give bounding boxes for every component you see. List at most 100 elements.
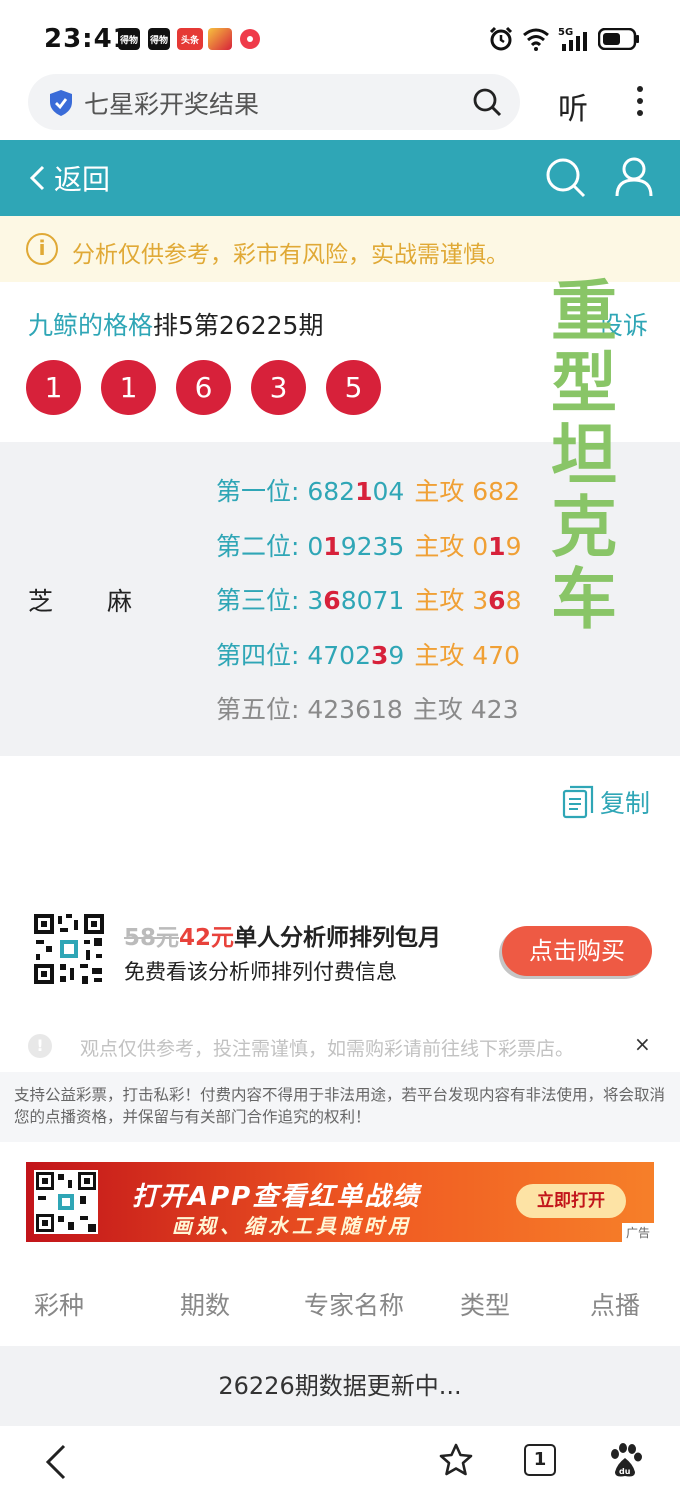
overlay-text: 重 型 坦 克 车 [548,276,620,636]
attack-digits: 0 [472,531,489,561]
position-label: 第一位: [216,477,308,506]
svg-text:5G: 5G [558,27,573,38]
result-ball: 5 [326,360,381,415]
notification-icon-toutiao: 头条 [177,28,203,50]
main-attack: 主攻 682 [414,477,520,506]
position-label: 第四位: [216,640,308,670]
post-title: 九鲸的格格排5第26225期 [28,306,323,342]
main-attack: 主攻 019 [414,532,521,561]
status-bar: 23:41 得物 得物 头条 5G [0,0,680,80]
position-row-1: 第一位: 682104 主攻 682 [216,472,521,527]
search-icon[interactable] [472,87,502,117]
result-ball: 1 [101,360,156,415]
banner-subline: 画规、缩水工具随时用 [172,1214,412,1238]
attack-digits: 470 [472,640,520,670]
back-button[interactable]: 返回 [28,158,110,198]
attack-digits: 3 [472,586,489,615]
overlay-char: 型 [551,345,617,422]
analysis-name-char: 麻 [107,587,133,616]
notice-bar: ! 观点仅供参考，投注需谨慎，如需购彩请前往线下彩票店。 × [0,1024,680,1070]
qr-code [34,1170,98,1234]
table-header: 彩种 期数 专家名称 类型 点播 [0,1280,680,1330]
copy-label: 复制 [600,789,651,818]
attack-hit-digit: 1 [488,531,506,561]
copy-icon [562,785,594,819]
column-header: 彩种 [34,1291,85,1320]
position-row-3: 第三位: 368071 主攻 368 [216,581,521,636]
overlay-char: 车 [551,561,617,638]
qr-code [32,912,106,986]
star-icon[interactable] [438,1442,474,1478]
main-attack: 主攻 423 [413,695,519,724]
digits: 9235 [340,531,405,561]
more-menu-icon[interactable] [634,86,646,122]
close-icon[interactable]: × [634,1032,651,1056]
draw-result-balls: 1 1 6 3 5 [26,360,381,415]
notification-icon-music [240,29,260,49]
app-ad-banner[interactable]: 打开APP查看红单战绩 画规、缩水工具随时用 立即打开 广告 [26,1162,654,1242]
open-app-button[interactable]: 立即打开 [516,1184,626,1218]
tab-count: 1 [533,1449,547,1470]
digits: 0 [307,531,324,561]
listen-button[interactable]: 听 [558,84,588,128]
attack-hit-digit: 6 [488,586,506,615]
hit-digit: 1 [355,477,373,506]
browser-toolbar: 七星彩开奖结果 听 [0,74,680,140]
address-search-box[interactable]: 七星彩开奖结果 [28,74,520,130]
notification-icon-dewu-2: 得物 [148,28,170,50]
baidu-paw-icon[interactable]: du [606,1442,644,1480]
copy-button[interactable]: 复制 [562,784,650,820]
svg-text:du: du [619,1467,631,1476]
position-label: 第五位: [216,695,308,724]
attack-label: 主攻 [412,695,471,724]
browser-bottom-nav: 1 du [0,1426,680,1500]
app-header: 返回 [0,140,680,216]
info-icon: ! [28,1034,52,1058]
overlay-char: 坦 [551,417,617,494]
buy-button[interactable]: 点击购买 [502,926,652,976]
author-name-link[interactable]: 九鲸的格格 [28,311,153,340]
table-status-row: 26226期数据更新中... [0,1346,680,1426]
old-price: 58元 [124,925,180,951]
overlay-char: 克 [551,489,617,566]
notification-icon-dewu: 得物 [118,28,140,50]
notification-label: 头条 [180,35,199,46]
attack-label: 主攻 [414,640,473,670]
position-label: 第二位: [216,531,308,561]
result-ball: 3 [251,360,306,415]
digits: 682 [307,477,356,506]
banner-headline: 打开APP查看红单战绩 [132,1182,421,1212]
signal-icon: 5G [558,27,587,51]
offer-title: 58元42元单人分析师排列包月 [124,918,441,952]
issue-title: 排5第26225期 [153,311,324,340]
disclaimer-text: 支持公益彩票，打击私彩！付费内容不得用于非法用途，若平台发现内容有非法使用，将会… [0,1072,680,1142]
ad-tag: 广告 [621,1223,654,1242]
tabs-button[interactable]: 1 [524,1444,556,1476]
offer-subtitle: 免费看该分析师排列付费信息 [124,960,397,984]
chevron-left-icon [29,165,45,191]
hit-digit: 1 [323,531,341,561]
hit-digit: 3 [371,640,389,670]
back-label: 返回 [54,163,111,196]
search-icon[interactable] [544,156,586,198]
battery-icon [598,28,639,50]
column-header: 类型 [460,1291,511,1320]
digits: 9 [388,640,405,670]
digits: 3 [307,586,324,615]
position-row-2: 第二位: 019235 主攻 019 [216,527,521,582]
alarm-icon [489,26,513,51]
shield-icon [50,90,72,116]
attack-digits: 8 [505,586,522,615]
subscription-offer: 58元42元单人分析师排列包月 免费看该分析师排列付费信息 点击购买 [0,906,680,996]
back-arrow-icon[interactable] [42,1442,70,1482]
info-icon: i [26,233,58,265]
main-attack: 主攻 470 [414,641,520,670]
result-ball: 1 [26,360,81,415]
offer-name: 单人分析师排列包月 [234,925,442,951]
main-attack: 主攻 368 [414,586,521,615]
notification-icon-lottery [208,28,232,50]
attack-label: 主攻 [414,477,473,506]
user-icon[interactable] [614,156,654,198]
analysis-name: 芝麻 [28,582,132,618]
result-ball: 6 [176,360,231,415]
